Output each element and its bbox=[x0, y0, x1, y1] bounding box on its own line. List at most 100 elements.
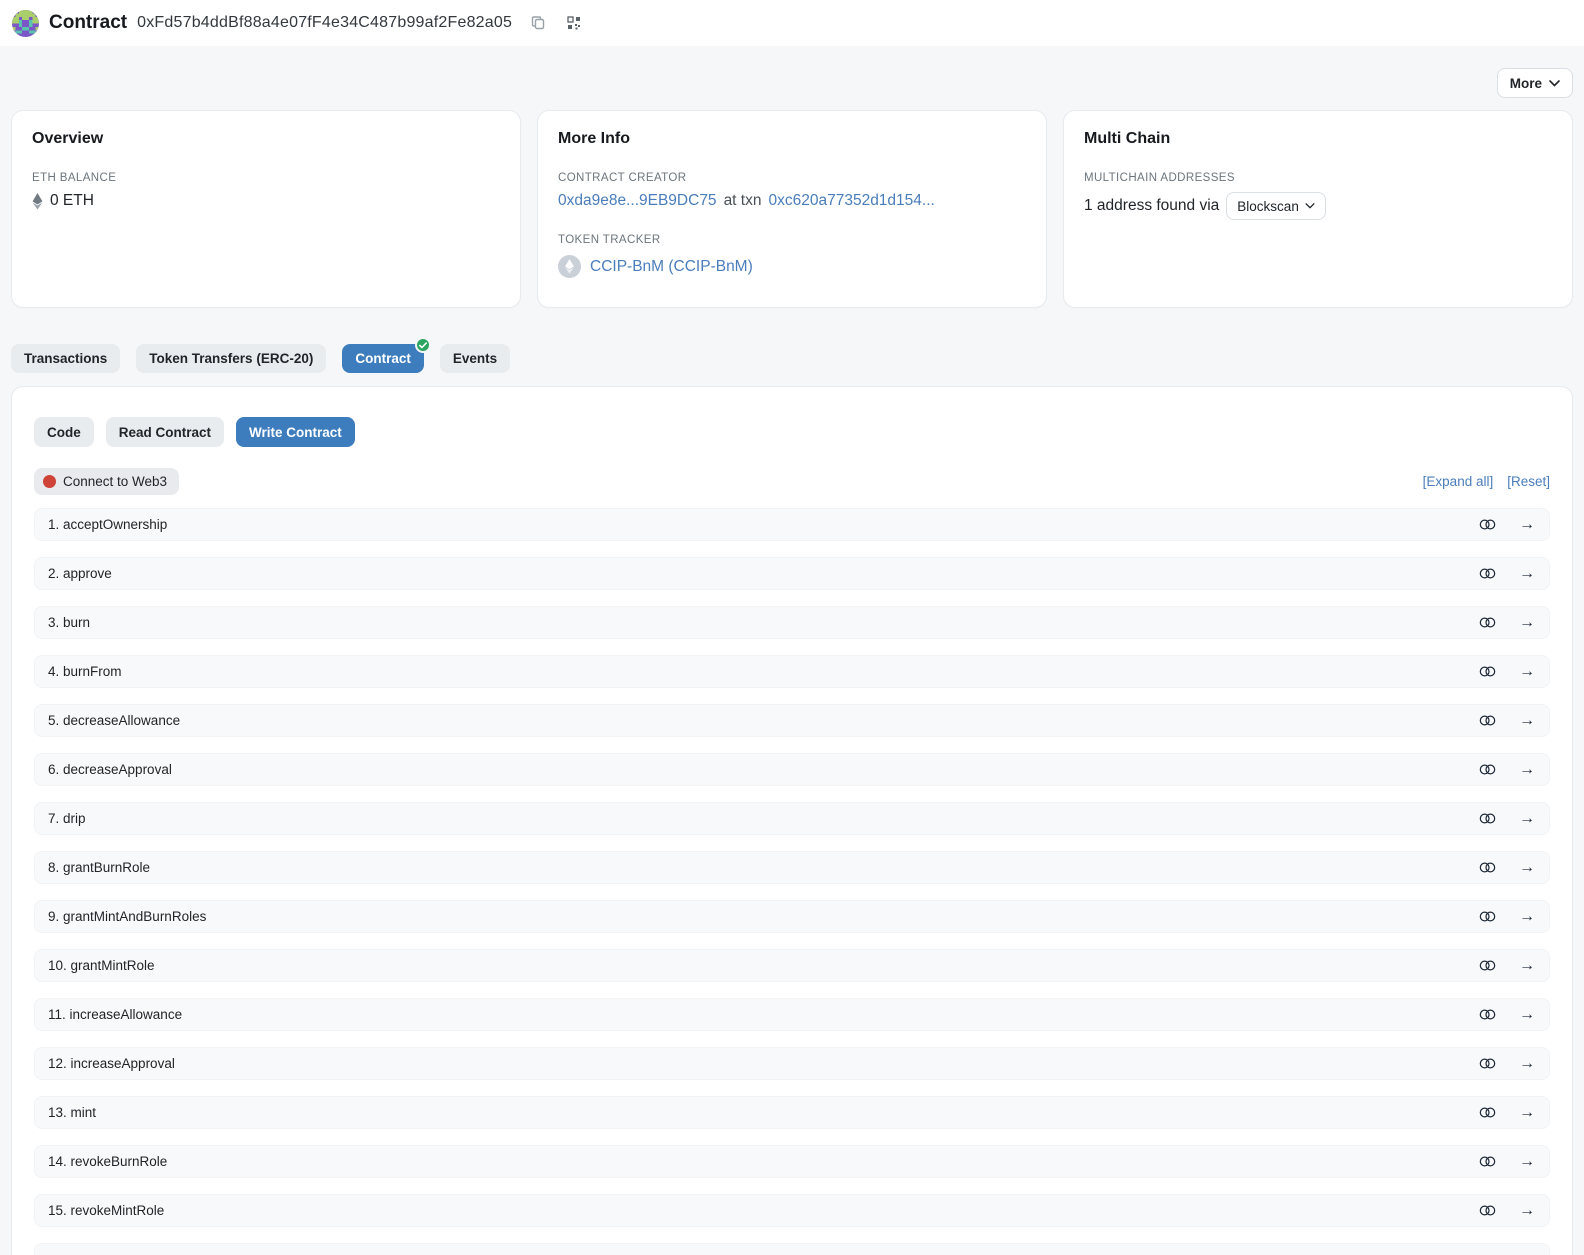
arrow-right-icon[interactable]: → bbox=[1519, 860, 1535, 876]
overview-card: Overview ETH BALANCE 0 ETH bbox=[11, 110, 521, 308]
function-label: 12. increaseApproval bbox=[48, 1056, 175, 1071]
function-row-acceptOwnership[interactable]: 1. acceptOwnership → bbox=[34, 508, 1550, 541]
permalink-icon[interactable] bbox=[1479, 1008, 1496, 1021]
arrow-right-icon[interactable]: → bbox=[1519, 517, 1535, 533]
more-info-card-title: More Info bbox=[558, 130, 1026, 148]
arrow-right-icon[interactable]: → bbox=[1519, 615, 1535, 631]
function-row-decreaseAllowance[interactable]: 5. decreaseAllowance → bbox=[34, 704, 1550, 737]
arrow-right-icon[interactable]: → bbox=[1519, 713, 1535, 729]
subtab-write-contract[interactable]: Write Contract bbox=[236, 417, 355, 447]
connect-to-web3-label: Connect to Web3 bbox=[63, 474, 167, 489]
copy-icon[interactable] bbox=[528, 13, 548, 33]
permalink-icon[interactable] bbox=[1479, 616, 1496, 629]
function-label: 5. decreaseAllowance bbox=[48, 713, 180, 728]
permalink-icon[interactable] bbox=[1479, 1106, 1496, 1119]
chevron-down-icon bbox=[1549, 80, 1560, 87]
page-title: Contract bbox=[49, 12, 127, 34]
permalink-icon[interactable] bbox=[1479, 861, 1496, 874]
tab-transactions[interactable]: Transactions bbox=[11, 344, 120, 373]
connect-row: Connect to Web3 [Expand all] [Reset] bbox=[34, 468, 1550, 495]
permalink-icon[interactable] bbox=[1479, 910, 1496, 923]
token-tracker-link[interactable]: CCIP-BnM (CCIP-BnM) bbox=[590, 258, 753, 276]
permalink-icon[interactable] bbox=[1479, 812, 1496, 825]
contract-blockie-avatar bbox=[12, 10, 39, 37]
page-body: More Overview ETH BALANCE 0 ETH More Inf… bbox=[0, 68, 1584, 1255]
connect-to-web3-button[interactable]: Connect to Web3 bbox=[34, 468, 179, 495]
function-row-grantMintRole[interactable]: 10. grantMintRole → bbox=[34, 949, 1550, 982]
permalink-icon[interactable] bbox=[1479, 763, 1496, 776]
function-row-partial[interactable] bbox=[34, 1243, 1550, 1255]
function-label: 15. revokeMintRole bbox=[48, 1203, 164, 1218]
expand-all-link[interactable]: [Expand all] bbox=[1423, 474, 1494, 489]
qr-code-icon[interactable] bbox=[564, 13, 584, 33]
permalink-icon[interactable] bbox=[1479, 1057, 1496, 1070]
arrow-right-icon[interactable]: → bbox=[1519, 811, 1535, 827]
function-row-decreaseApproval[interactable]: 6. decreaseApproval → bbox=[34, 753, 1550, 786]
function-row-drip[interactable]: 7. drip → bbox=[34, 802, 1550, 835]
eth-balance-label: ETH BALANCE bbox=[32, 172, 500, 184]
contract-panel: Code Read Contract Write Contract Connec… bbox=[11, 386, 1573, 1255]
more-button[interactable]: More bbox=[1497, 68, 1573, 98]
function-row-revokeBurnRole[interactable]: 14. revokeBurnRole → bbox=[34, 1145, 1550, 1178]
token-tracker-label: TOKEN TRACKER bbox=[558, 234, 1026, 246]
function-row-increaseAllowance[interactable]: 11. increaseAllowance → bbox=[34, 998, 1550, 1031]
subtab-read-contract[interactable]: Read Contract bbox=[106, 417, 224, 447]
function-row-burnFrom[interactable]: 4. burnFrom → bbox=[34, 655, 1550, 688]
arrow-right-icon[interactable]: → bbox=[1519, 1105, 1535, 1121]
function-row-increaseApproval[interactable]: 12. increaseApproval → bbox=[34, 1047, 1550, 1080]
multichain-addresses-label: MULTICHAIN ADDRESSES bbox=[1084, 172, 1552, 184]
tab-events[interactable]: Events bbox=[440, 344, 510, 373]
function-row-mint[interactable]: 13. mint → bbox=[34, 1096, 1550, 1129]
creation-txn-link[interactable]: 0xc620a77352d1d154... bbox=[768, 192, 934, 210]
multi-chain-card-title: Multi Chain bbox=[1084, 130, 1552, 148]
arrow-right-icon[interactable]: → bbox=[1519, 958, 1535, 974]
contract-creator-label: CONTRACT CREATOR bbox=[558, 172, 1026, 184]
subtab-code[interactable]: Code bbox=[34, 417, 94, 447]
function-row-approve[interactable]: 2. approve → bbox=[34, 557, 1550, 590]
ethereum-icon bbox=[32, 193, 43, 210]
function-row-revokeMintRole[interactable]: 15. revokeMintRole → bbox=[34, 1194, 1550, 1227]
permalink-icon[interactable] bbox=[1479, 518, 1496, 531]
function-label: 8. grantBurnRole bbox=[48, 860, 150, 875]
arrow-right-icon[interactable]: → bbox=[1519, 1154, 1535, 1170]
blockscan-dropdown-label: Blockscan bbox=[1237, 199, 1299, 214]
arrow-right-icon[interactable]: → bbox=[1519, 566, 1535, 582]
function-row-grantBurnRole[interactable]: 8. grantBurnRole → bbox=[34, 851, 1550, 884]
function-label: 14. revokeBurnRole bbox=[48, 1154, 167, 1169]
reset-link[interactable]: [Reset] bbox=[1507, 474, 1550, 489]
permalink-icon[interactable] bbox=[1479, 1204, 1496, 1217]
chevron-down-icon bbox=[1305, 203, 1315, 209]
subtab-read-contract-label: Read Contract bbox=[119, 425, 211, 440]
permalink-icon[interactable] bbox=[1479, 714, 1496, 727]
function-row-burn[interactable]: 3. burn → bbox=[34, 606, 1550, 639]
arrow-right-icon[interactable]: → bbox=[1519, 1007, 1535, 1023]
arrow-right-icon[interactable]: → bbox=[1519, 909, 1535, 925]
function-row-grantMintAndBurnRoles[interactable]: 9. grantMintAndBurnRoles → bbox=[34, 900, 1550, 933]
arrow-right-icon[interactable]: → bbox=[1519, 762, 1535, 778]
tab-token-transfers[interactable]: Token Transfers (ERC-20) bbox=[136, 344, 326, 373]
blockscan-dropdown[interactable]: Blockscan bbox=[1226, 192, 1326, 220]
page-header: Contract 0xFd57b4ddBf88a4e07fF4e34C487b9… bbox=[0, 0, 1584, 46]
arrow-right-icon[interactable]: → bbox=[1519, 1056, 1535, 1072]
contract-subtabs: Code Read Contract Write Contract bbox=[34, 417, 1550, 447]
eth-balance-value: 0 ETH bbox=[50, 192, 94, 210]
creator-address-link[interactable]: 0xda9e8e...9EB9DC75 bbox=[558, 192, 717, 210]
function-label: 7. drip bbox=[48, 811, 86, 826]
tab-contract[interactable]: Contract bbox=[342, 344, 424, 373]
verified-check-icon bbox=[415, 337, 431, 353]
permalink-icon[interactable] bbox=[1479, 665, 1496, 678]
arrow-right-icon[interactable]: → bbox=[1519, 664, 1535, 680]
more-info-card: More Info CONTRACT CREATOR 0xda9e8e...9E… bbox=[537, 110, 1047, 308]
tab-transactions-label: Transactions bbox=[24, 351, 107, 366]
permalink-icon[interactable] bbox=[1479, 1155, 1496, 1168]
permalink-icon[interactable] bbox=[1479, 567, 1496, 580]
token-logo-icon bbox=[558, 255, 581, 278]
function-label: 10. grantMintRole bbox=[48, 958, 155, 973]
info-cards: Overview ETH BALANCE 0 ETH More Info CON… bbox=[11, 110, 1573, 308]
function-label: 2. approve bbox=[48, 566, 112, 581]
overview-card-title: Overview bbox=[32, 130, 500, 148]
permalink-icon[interactable] bbox=[1479, 959, 1496, 972]
function-label: 1. acceptOwnership bbox=[48, 517, 167, 532]
arrow-right-icon[interactable]: → bbox=[1519, 1203, 1535, 1219]
multichain-found-text: 1 address found via bbox=[1084, 197, 1219, 215]
